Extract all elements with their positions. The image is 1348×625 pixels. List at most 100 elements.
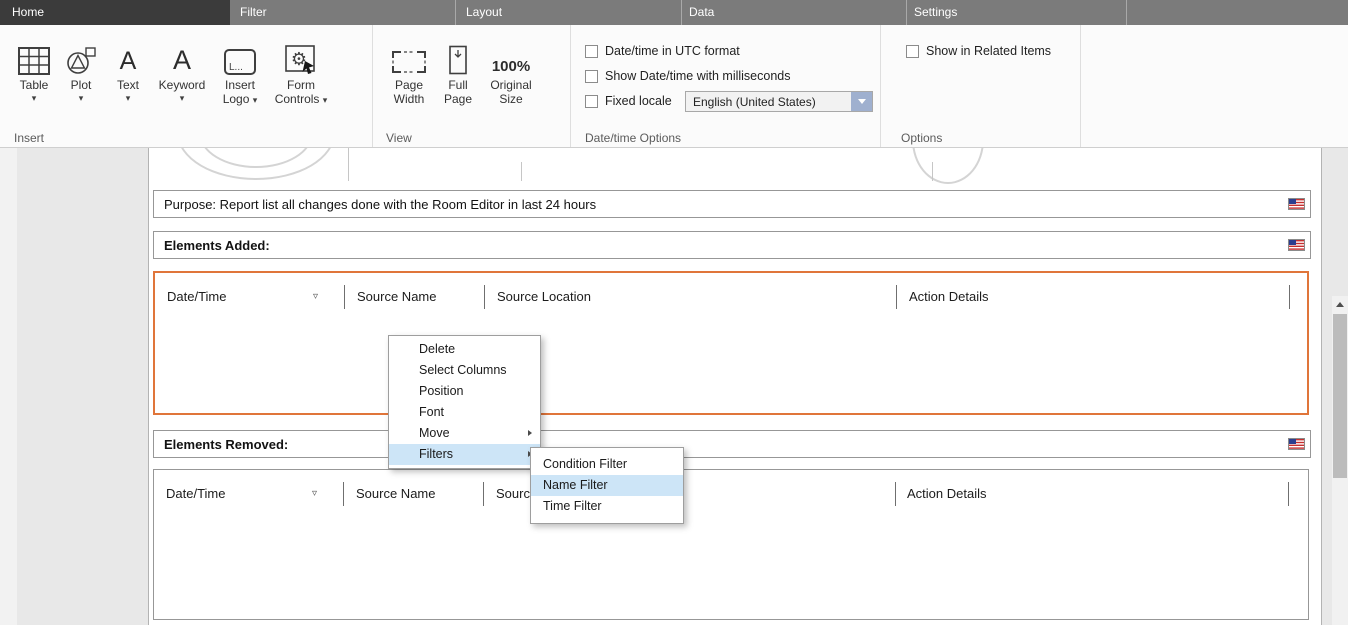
logo-watermark: [912, 148, 984, 184]
plot-button[interactable]: Plot ▾: [58, 32, 104, 103]
full-page-button-label: Full Page: [441, 78, 475, 106]
form-controls-icon: ⚙: [285, 32, 317, 78]
menu-item-time-filter[interactable]: Time Filter: [531, 496, 683, 517]
column-header-action-details[interactable]: Action Details: [907, 482, 986, 506]
keyword-button[interactable]: A Keyword ▾: [152, 32, 212, 103]
locale-select-value: English (United States): [686, 95, 851, 109]
dropdown-arrow-icon: ▾: [253, 95, 258, 105]
column-header-action-details[interactable]: Action Details: [909, 285, 988, 309]
table-context-menu: Delete Select Columns Position Font Move…: [388, 335, 541, 469]
tab-home[interactable]: Home: [0, 0, 230, 25]
related-items-checkbox[interactable]: [906, 45, 919, 58]
elements-removed-table[interactable]: Date/Time ▿ Source Name Source Location …: [153, 469, 1309, 620]
vertical-scrollbar[interactable]: [1332, 296, 1348, 625]
menu-item-font[interactable]: Font: [389, 402, 540, 423]
fixed-locale-checkbox-row: Fixed locale: [585, 94, 672, 108]
group-separator: [880, 25, 881, 147]
keyword-button-label: Keyword: [159, 78, 206, 92]
column-separator: [1289, 285, 1290, 309]
plot-button-label: Plot: [71, 78, 92, 92]
elements-added-table[interactable]: Date/Time ▿ Source Name Source Location …: [153, 271, 1309, 415]
scrollbar-up-arrow[interactable]: [1332, 296, 1348, 313]
tab-filter[interactable]: Filter: [240, 0, 267, 25]
original-size-button-label: Original Size: [485, 78, 537, 106]
dropdown-arrow-icon: ▾: [79, 94, 84, 103]
purpose-text: Purpose: Report list all changes done wi…: [154, 197, 1288, 212]
group-separator: [1080, 25, 1081, 147]
fixed-locale-checkbox[interactable]: [585, 95, 598, 108]
tab-separator: [906, 0, 907, 25]
table-button[interactable]: Table ▾: [10, 32, 58, 103]
tab-layout[interactable]: Layout: [466, 0, 502, 25]
table-icon: [18, 32, 50, 78]
sort-chevron-icon[interactable]: ▿: [313, 288, 318, 306]
elements-added-row[interactable]: Elements Added:: [153, 231, 1311, 259]
insert-logo-button[interactable]: L... Insert Logo ▾: [212, 32, 268, 107]
tab-data[interactable]: Data: [689, 0, 714, 25]
column-header-datetime[interactable]: Date/Time: [166, 482, 225, 506]
ribbon-tab-bar: Home Filter Layout Data Settings: [0, 0, 1348, 25]
original-size-icon: 100%: [492, 58, 530, 75]
sort-chevron-icon[interactable]: ▿: [312, 485, 317, 503]
utc-checkbox[interactable]: [585, 45, 598, 58]
menu-item-name-filter[interactable]: Name Filter: [531, 475, 683, 496]
related-items-checkbox-row: Show in Related Items: [906, 44, 1051, 58]
us-flag-icon[interactable]: [1288, 438, 1305, 450]
elements-removed-title: Elements Removed:: [154, 437, 1288, 452]
menu-item-filters[interactable]: Filters: [389, 444, 540, 465]
tab-separator: [455, 0, 456, 25]
purpose-row[interactable]: Purpose: Report list all changes done wi…: [153, 190, 1311, 218]
menu-item-select-columns[interactable]: Select Columns: [389, 360, 540, 381]
us-flag-icon[interactable]: [1288, 198, 1305, 210]
table-button-label: Table: [20, 78, 49, 92]
menu-item-move[interactable]: Move: [389, 423, 540, 444]
column-header-source-location[interactable]: Source Location: [497, 285, 591, 309]
text-icon: A: [120, 47, 137, 75]
view-group-label: View: [386, 131, 412, 145]
locale-select-dropdown-icon[interactable]: [851, 92, 872, 111]
keyword-icon: A: [173, 45, 191, 75]
milliseconds-checkbox-row: Show Date/time with milliseconds: [585, 69, 791, 83]
column-separator: [895, 482, 896, 506]
page-width-button-label: Page Width: [389, 78, 429, 106]
full-page-button[interactable]: Full Page: [434, 32, 482, 106]
filters-submenu: Condition Filter Name Filter Time Filter: [530, 447, 684, 524]
column-separator: [1288, 482, 1289, 506]
menu-item-position[interactable]: Position: [389, 381, 540, 402]
us-flag-icon[interactable]: [1288, 239, 1305, 251]
original-size-button[interactable]: 100% Original Size: [482, 32, 540, 106]
submenu-arrow-icon: [528, 430, 532, 436]
menu-item-delete[interactable]: Delete: [389, 339, 540, 360]
column-header-source-name[interactable]: Source Name: [357, 285, 436, 309]
group-separator: [570, 25, 571, 147]
column-separator: [344, 285, 345, 309]
utc-checkbox-label: Date/time in UTC format: [605, 44, 740, 58]
menu-item-condition-filter[interactable]: Condition Filter: [531, 454, 683, 475]
form-controls-button[interactable]: ⚙ Form Controls ▾: [268, 32, 334, 107]
document-area: Purpose: Report list all changes done wi…: [0, 148, 1348, 625]
column-header-datetime[interactable]: Date/Time: [167, 285, 226, 309]
datetime-options-group-label: Date/time Options: [585, 131, 681, 145]
page-width-button[interactable]: Page Width: [384, 32, 434, 106]
elements-removed-row[interactable]: Elements Removed:: [153, 430, 1311, 458]
fixed-locale-checkbox-label: Fixed locale: [605, 94, 672, 108]
locale-select[interactable]: English (United States): [685, 91, 873, 112]
column-header-source-name[interactable]: Source Name: [356, 482, 435, 506]
milliseconds-checkbox[interactable]: [585, 70, 598, 83]
page-width-icon: [391, 32, 427, 78]
dropdown-arrow-icon: ▾: [32, 94, 37, 103]
form-controls-button-label: Form Controls ▾: [270, 78, 332, 107]
group-separator: [372, 25, 373, 147]
cutoff-cell-border: [521, 162, 522, 181]
related-items-checkbox-label: Show in Related Items: [926, 44, 1051, 58]
full-page-icon: [446, 32, 470, 78]
tab-separator: [681, 0, 682, 25]
column-separator: [896, 285, 897, 309]
dropdown-arrow-icon: ▾: [180, 94, 185, 103]
tab-settings[interactable]: Settings: [914, 0, 957, 25]
dropdown-arrow-icon: ▾: [323, 95, 328, 105]
column-separator: [483, 482, 484, 506]
app-window: Home Filter Layout Data Settings: [0, 0, 1348, 625]
scrollbar-thumb[interactable]: [1333, 314, 1347, 478]
text-button[interactable]: A Text ▾: [104, 32, 152, 103]
